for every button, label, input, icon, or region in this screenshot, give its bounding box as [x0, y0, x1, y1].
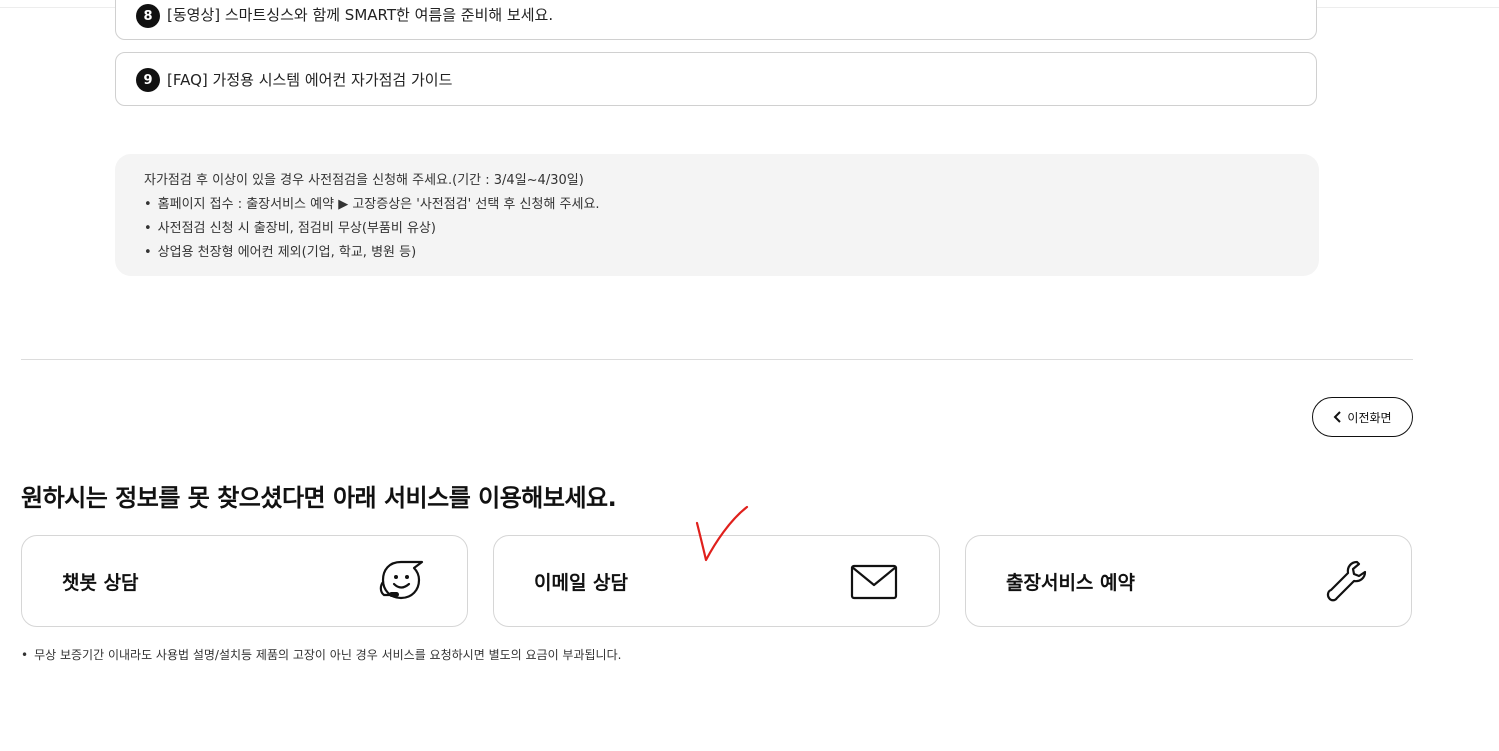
chatbot-icon: [379, 560, 424, 600]
visit-service-card[interactable]: 출장서비스 예약: [965, 535, 1412, 627]
faq-item-title[interactable]: [동영상] 스마트싱스와 함께 SMART한 여름을 준비해 보세요.: [167, 4, 553, 25]
notice-bullet: 상업용 천장형 에어컨 제외(기업, 학교, 병원 등): [144, 241, 1319, 265]
mail-icon: [850, 564, 898, 600]
back-button-label: 이전화면: [1347, 410, 1392, 425]
faq-item-9[interactable]: 9 [FAQ] 가정용 시스템 에어컨 자가점검 가이드: [115, 52, 1317, 106]
notice-intro: 자가점검 후 이상이 있을 경우 사전점검을 신청해 주세요.(기간 : 3/4…: [144, 173, 584, 188]
help-heading: 원하시는 정보를 못 찾으셨다면 아래 서비스를 이용해보세요.: [21, 484, 617, 512]
wrench-icon: [1326, 560, 1367, 602]
back-button[interactable]: 이전화면: [1312, 397, 1413, 437]
service-fee-footnote: 무상 보증기간 이내라도 사용법 설명/설치등 제품의 고장이 아닌 경우 서비…: [21, 646, 621, 663]
chatbot-consult-label: 챗봇 상담: [62, 572, 139, 594]
red-checkmark-annotation: [695, 505, 749, 562]
precheck-notice-box: 자가점검 후 이상이 있을 경우 사전점검을 신청해 주세요.(기간 : 3/4…: [115, 154, 1319, 276]
chevron-left-icon: [1333, 411, 1342, 423]
faq-number-badge: 8: [136, 4, 160, 28]
notice-bullet-text: 홈페이지 접수 : 출장서비스 예약 ▶ 고장증상은 '사전점검' 선택 후 신…: [157, 197, 600, 212]
email-consult-label: 이메일 상담: [534, 572, 629, 594]
notice-bullet: 홈페이지 접수 : 출장서비스 예약 ▶ 고장증상은 '사전점검' 선택 후 신…: [144, 193, 1319, 217]
chatbot-consult-card[interactable]: 챗봇 상담: [21, 535, 468, 627]
notice-bullet-text: 사전점검 신청 시 출장비, 점검비 무상(부품비 유상): [157, 221, 436, 236]
faq-item-8[interactable]: 8 [동영상] 스마트싱스와 함께 SMART한 여름을 준비해 보세요.: [115, 0, 1317, 40]
faq-item-title[interactable]: [FAQ] 가정용 시스템 에어컨 자가점검 가이드: [167, 69, 452, 90]
visit-service-label: 출장서비스 예약: [1006, 572, 1135, 594]
notice-bullet-text: 상업용 천장형 에어컨 제외(기업, 학교, 병원 등): [157, 245, 417, 260]
notice-bullet: 사전점검 신청 시 출장비, 점검비 무상(부품비 유상): [144, 217, 1319, 241]
section-divider: [21, 359, 1413, 360]
faq-number-badge: 9: [136, 68, 160, 92]
